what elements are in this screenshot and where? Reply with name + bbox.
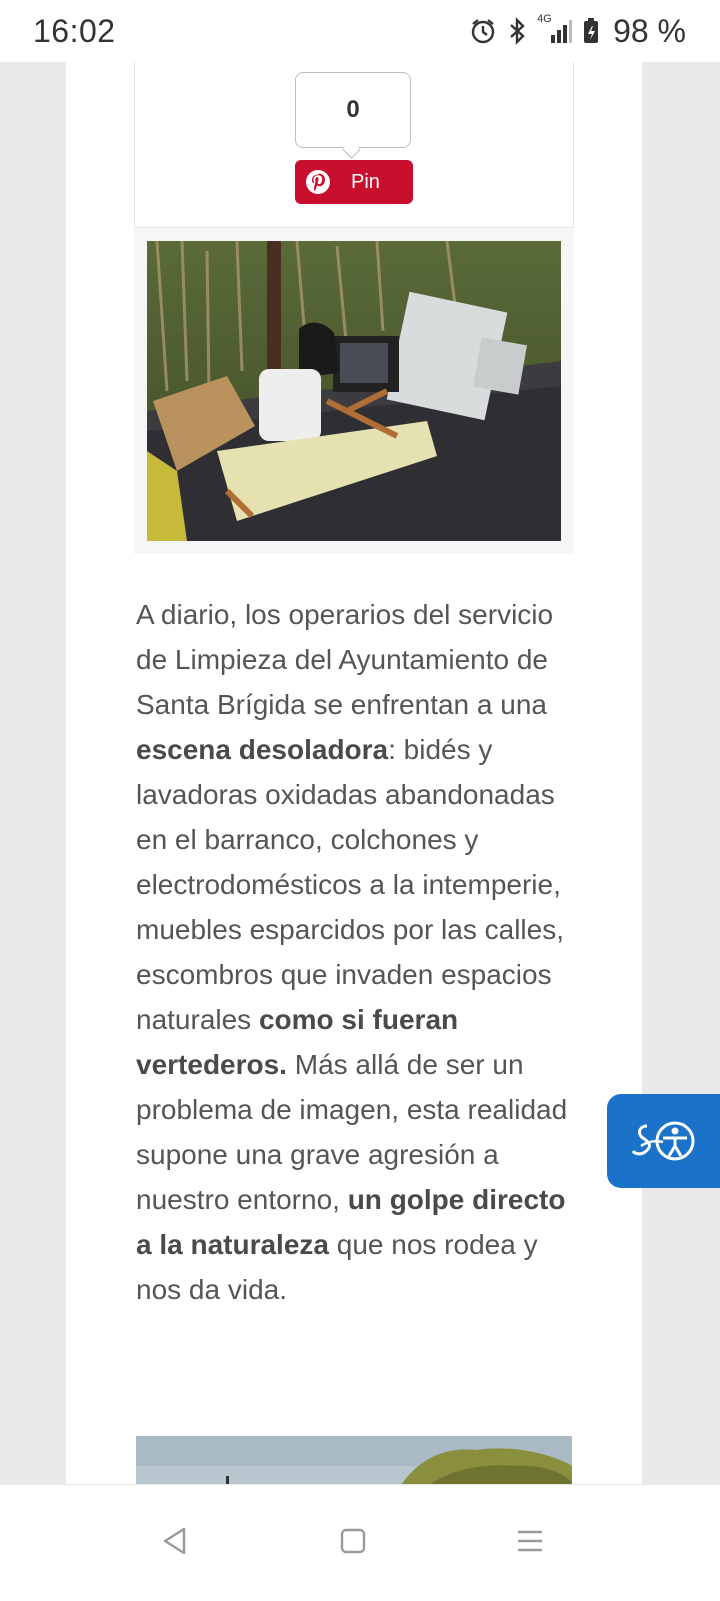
- status-time: 16:02: [33, 12, 116, 49]
- battery-percent: 98 %: [613, 12, 686, 49]
- back-button[interactable]: [152, 1519, 196, 1563]
- article-paragraph: A diario, los operarios del servicio de …: [136, 592, 576, 1312]
- article-text-1: A diario, los operarios del servicio de …: [136, 599, 554, 720]
- pin-label: Pin: [351, 170, 380, 193]
- home-button[interactable]: [331, 1519, 375, 1563]
- article-text-2: : bidés y lavadoras oxidadas abandonadas…: [136, 734, 564, 1035]
- pinterest-icon: [305, 169, 331, 195]
- network-type: 4G: [537, 13, 552, 25]
- recents-icon: [515, 1527, 545, 1555]
- bluetooth-icon: [507, 17, 527, 45]
- signal-icon: 4G: [537, 13, 573, 45]
- home-icon: [339, 1527, 367, 1555]
- back-icon: [160, 1526, 188, 1556]
- pin-count: 0: [295, 72, 411, 148]
- article-card: 0 Pin A diario, los operarios del servic…: [66, 62, 642, 1512]
- article-bold-1: escena desoladora: [136, 734, 389, 765]
- dumped-waste-photo: [147, 241, 561, 541]
- article-image-frame: [134, 228, 574, 554]
- accessibility-icon: [631, 1116, 697, 1166]
- system-nav-bar: [0, 1484, 720, 1601]
- battery-icon: [583, 17, 599, 45]
- recents-button[interactable]: [508, 1519, 552, 1563]
- status-icons: 4G 98 %: [469, 13, 686, 50]
- accessibility-button[interactable]: [607, 1094, 720, 1188]
- pinterest-pin-button[interactable]: Pin: [295, 160, 413, 204]
- alarm-icon: [469, 17, 497, 45]
- status-bar: 16:02 4G 98 %: [0, 0, 720, 62]
- share-box: 0 Pin: [134, 62, 574, 228]
